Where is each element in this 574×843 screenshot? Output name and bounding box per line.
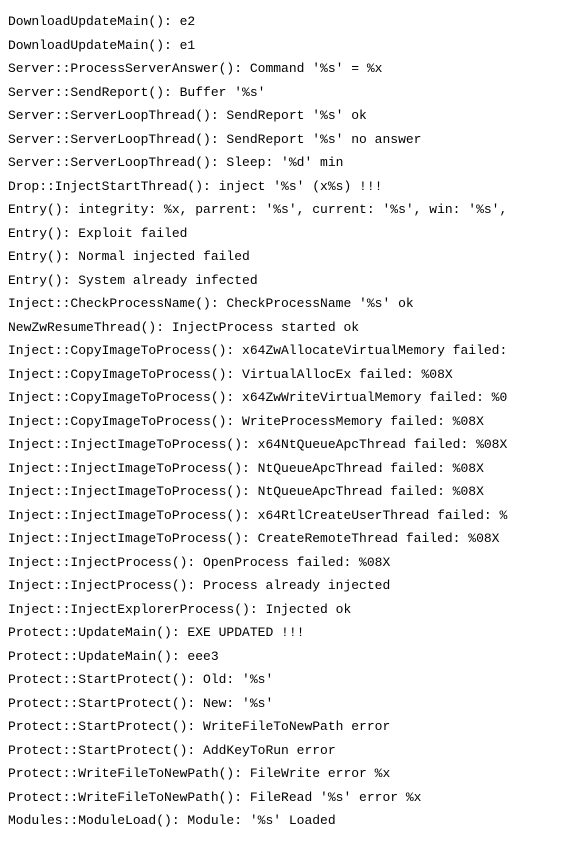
code-line: Inject::InjectImageToProcess(): x64RtlCr…	[8, 504, 566, 528]
code-line: Protect::StartProtect(): Old: '%s'	[8, 668, 566, 692]
code-line: Protect::WriteFileToNewPath(): FileRead …	[8, 786, 566, 810]
code-line: Protect::UpdateMain(): eee3	[8, 645, 566, 669]
code-line: DownloadUpdateMain(): e1	[8, 34, 566, 58]
code-line: Server::ServerLoopThread(): SendReport '…	[8, 128, 566, 152]
code-line: Entry(): Normal injected failed	[8, 245, 566, 269]
code-line: Inject::InjectExplorerProcess(): Injecte…	[8, 598, 566, 622]
code-line: Protect::WriteFileToNewPath(): FileWrite…	[8, 762, 566, 786]
code-line: Entry(): System already infected	[8, 269, 566, 293]
code-line: Server::ServerLoopThread(): SendReport '…	[8, 104, 566, 128]
code-line: NewZwResumeThread(): InjectProcess start…	[8, 316, 566, 340]
code-line: Modules::ModuleLoad(): Module: '%s' Load…	[8, 809, 566, 833]
code-line: Server::ServerLoopThread(): Sleep: '%d' …	[8, 151, 566, 175]
code-line: Entry(): integrity: %x, parrent: '%s', c…	[8, 198, 566, 222]
code-line: Inject::InjectImageToProcess(): NtQueueA…	[8, 457, 566, 481]
code-line: Server::ProcessServerAnswer(): Command '…	[8, 57, 566, 81]
code-line: Protect::StartProtect(): AddKeyToRun err…	[8, 739, 566, 763]
code-line: Inject::CopyImageToProcess(): x64ZwWrite…	[8, 386, 566, 410]
code-line: Server::SendReport(): Buffer '%s'	[8, 81, 566, 105]
code-line: Inject::InjectImageToProcess(): CreateRe…	[8, 527, 566, 551]
code-line: DownloadUpdateMain(): e2	[8, 10, 566, 34]
code-line: Protect::StartProtect(): WriteFileToNewP…	[8, 715, 566, 739]
code-line: Inject::CheckProcessName(): CheckProcess…	[8, 292, 566, 316]
code-line: Protect::StartProtect(): New: '%s'	[8, 692, 566, 716]
code-line: Inject::CopyImageToProcess(): WriteProce…	[8, 410, 566, 434]
code-listing: DownloadUpdateMain(): e2DownloadUpdateMa…	[8, 10, 566, 833]
code-line: Drop::InjectStartThread(): inject '%s' (…	[8, 175, 566, 199]
code-line: Inject::InjectImageToProcess(): NtQueueA…	[8, 480, 566, 504]
code-line: Protect::UpdateMain(): EXE UPDATED !!!	[8, 621, 566, 645]
code-line: Inject::CopyImageToProcess(): x64ZwAlloc…	[8, 339, 566, 363]
code-line: Inject::InjectProcess(): Process already…	[8, 574, 566, 598]
code-line: Inject::InjectImageToProcess(): x64NtQue…	[8, 433, 566, 457]
code-line: Inject::InjectProcess(): OpenProcess fai…	[8, 551, 566, 575]
code-line: Inject::CopyImageToProcess(): VirtualAll…	[8, 363, 566, 387]
code-line: Entry(): Exploit failed	[8, 222, 566, 246]
